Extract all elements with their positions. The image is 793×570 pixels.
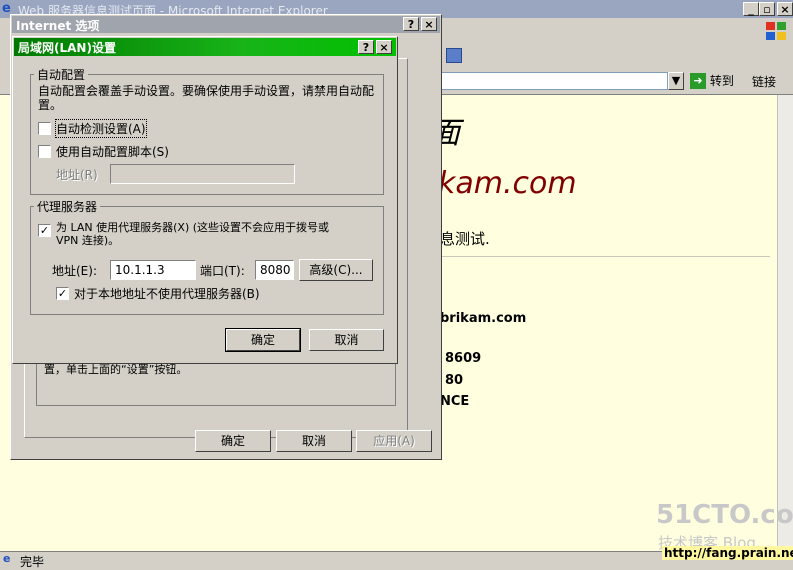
watermark-url: http://fang.prain.net: [662, 546, 793, 560]
bypass-local-label[interactable]: 对于本地地址不使用代理服务器(B): [74, 285, 260, 302]
script-address-input: [110, 164, 295, 184]
script-address-label: 地址(R): [56, 168, 98, 182]
internet-options-help-button[interactable]: ?: [403, 17, 419, 31]
page-line-instance: NCE: [440, 394, 470, 409]
ie-restore-button[interactable]: ▫: [759, 2, 775, 16]
status-text: 完毕: [20, 555, 45, 569]
use-proxy-checkbox[interactable]: ✓: [38, 224, 51, 237]
address-dropdown-button[interactable]: ▼: [668, 72, 684, 90]
auto-detect-checkbox[interactable]: [38, 122, 51, 135]
lan-help-button[interactable]: ?: [358, 40, 374, 54]
lan-close-button[interactable]: ×: [376, 40, 392, 54]
internet-options-close-button[interactable]: ×: [421, 17, 437, 31]
bypass-local-checkbox[interactable]: ✓: [56, 287, 69, 300]
proxy-port-input[interactable]: 8080: [255, 260, 294, 280]
auto-config-description: 自动配置会覆盖手动设置。要确保使用手动设置，请禁用自动配置。: [38, 84, 375, 112]
go-label: 转到: [709, 74, 734, 88]
page-domain: kam.com: [438, 166, 577, 201]
print-icon[interactable]: [446, 48, 462, 63]
proxy-server-group-label: 代理服务器: [34, 198, 101, 215]
windows-logo-icon: [764, 20, 788, 42]
address-input[interactable]: [440, 72, 668, 90]
go-arrow-icon: ➜: [690, 72, 706, 89]
ie-close-button[interactable]: ×: [777, 2, 793, 16]
page-subheading: 息测试.: [440, 230, 490, 248]
links-button[interactable]: 链接: [752, 73, 776, 90]
lan-ok-button[interactable]: 确定: [225, 328, 301, 352]
use-proxy-label-line2[interactable]: VPN 连接)。: [56, 232, 119, 248]
proxy-advanced-button[interactable]: 高级(C)...: [299, 259, 373, 281]
proxy-address-label: 地址(E):: [52, 264, 97, 278]
proxy-address-input[interactable]: 10.1.1.3: [110, 260, 196, 280]
page-line-host: brikam.com: [440, 311, 527, 326]
watermark-logo: 51CTO.com: [656, 500, 793, 530]
auto-detect-label[interactable]: 自动检测设置(A): [55, 119, 147, 138]
page-divider: [440, 256, 770, 257]
ie-minimize-button[interactable]: _: [743, 2, 759, 16]
lan-cancel-button[interactable]: 取消: [309, 329, 384, 351]
page-line-port1: 8609: [445, 351, 482, 366]
internet-options-cancel-button[interactable]: 取消: [276, 430, 352, 452]
use-script-label[interactable]: 使用自动配置脚本(S): [56, 143, 169, 160]
use-script-checkbox[interactable]: [38, 145, 51, 158]
proxy-port-label: 端口(T):: [200, 264, 245, 278]
page-line-port2: 80: [445, 373, 464, 388]
auto-config-group-label: 自动配置: [34, 66, 89, 83]
vertical-scrollbar[interactable]: [777, 95, 793, 551]
internet-options-apply-button[interactable]: 应用(A): [356, 430, 432, 452]
internet-options-ok-button[interactable]: 确定: [195, 430, 271, 452]
internet-options-title: Internet 选项: [16, 19, 100, 33]
page-done-icon: e: [3, 552, 11, 565]
go-button[interactable]: ➜ 转到: [690, 72, 734, 90]
lan-settings-title: 局域网(LAN)设置: [18, 41, 116, 55]
